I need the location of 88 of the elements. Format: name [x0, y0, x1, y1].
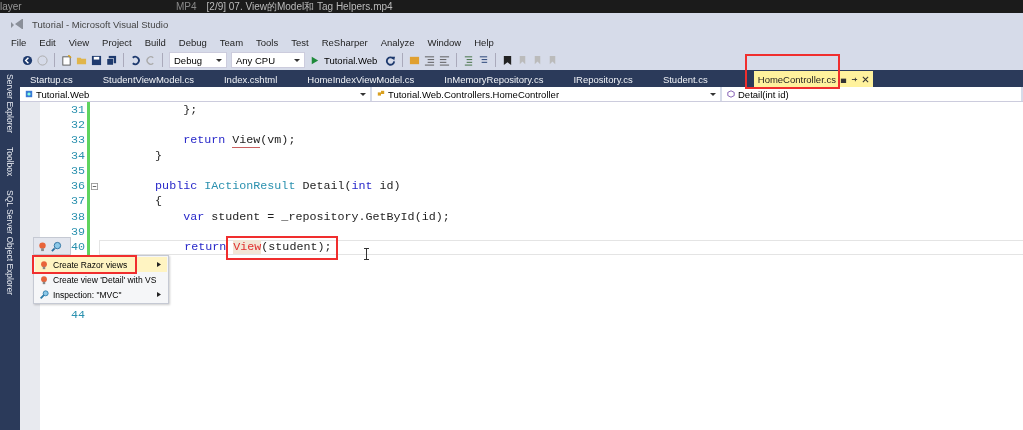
menu-item[interactable]: Help: [474, 37, 494, 48]
tab-label: HomeController.cs: [757, 73, 836, 85]
menu-label: Create Razor views: [53, 259, 128, 270]
text-cursor-icon: [363, 248, 370, 260]
back-icon[interactable]: [22, 54, 33, 66]
code-line: {: [154, 194, 163, 209]
side-panel-tab[interactable]: Server Explorer: [5, 74, 15, 134]
configuration-dropdown[interactable]: Debug: [169, 52, 227, 68]
platform-dropdown[interactable]: Any CPU: [231, 52, 305, 68]
side-panel-tab[interactable]: Toolbox: [5, 147, 15, 177]
outdent-icon[interactable]: [439, 54, 451, 66]
code-line: }: [154, 148, 163, 163]
menu-item[interactable]: Project: [102, 37, 132, 48]
uncomment-icon[interactable]: [478, 54, 490, 66]
close-icon[interactable]: [861, 75, 869, 83]
code-line: };: [182, 102, 198, 117]
tab-label: StudentViewModel.cs: [102, 73, 194, 85]
line-number: 34: [69, 148, 85, 163]
menu-item[interactable]: Debug: [178, 37, 207, 48]
class-icon: [377, 90, 385, 98]
tab-label: Index.cshtml: [223, 73, 278, 85]
code-line: return View(vm);: [182, 133, 296, 148]
file-tab[interactable]: Student.cs: [658, 71, 712, 87]
file-tab[interactable]: Startup.cs: [26, 71, 77, 87]
refresh-icon[interactable]: [385, 54, 397, 66]
line-number: 44: [69, 307, 85, 322]
pin-icon[interactable]: [850, 75, 858, 83]
line-number: 39: [69, 225, 85, 239]
file-tab[interactable]: IRepository.cs: [569, 71, 637, 87]
line-number: 32: [69, 117, 85, 132]
lightbulb-icon[interactable]: [37, 240, 48, 252]
save-icon[interactable]: [91, 54, 102, 66]
menu-item[interactable]: Analyze: [380, 37, 415, 48]
file-tab[interactable]: InMemoryRepository.cs: [440, 71, 548, 87]
code-line: return View(student);: [183, 240, 332, 255]
tab-label: Startup.cs: [30, 73, 73, 85]
menu-item[interactable]: View: [68, 37, 90, 48]
menu-item[interactable]: ReSharper: [321, 37, 368, 48]
file-tab[interactable]: Index.cshtml: [219, 71, 282, 87]
tab-label: HomeIndexViewModel.cs: [307, 73, 415, 85]
menu-label: Inspection: "MVC": [53, 289, 122, 300]
line-number: 36: [69, 179, 85, 194]
file-tab[interactable]: HomeController.cs: [753, 71, 873, 87]
menu-item[interactable]: Window: [427, 37, 462, 48]
menu-item[interactable]: Edit: [39, 37, 56, 48]
wrench-icon: [39, 289, 49, 300]
menu-item[interactable]: Team: [219, 37, 244, 48]
menu-item[interactable]: Create view 'Detail' with VS: [35, 272, 167, 287]
lightbulb-icon: [39, 274, 49, 285]
line-number: 38: [69, 209, 85, 224]
comment-icon[interactable]: [463, 54, 475, 66]
side-panel-tab[interactable]: SQL Server Object Explorer: [5, 190, 15, 296]
play-icon[interactable]: [309, 54, 320, 66]
line-number: 33: [69, 133, 85, 148]
new-file-icon[interactable]: [61, 54, 72, 66]
line-number: 35: [69, 163, 85, 178]
menu-item[interactable]: Create Razor views: [35, 257, 167, 272]
undo-icon[interactable]: [130, 54, 141, 66]
start-button[interactable]: Tutorial.Web: [324, 54, 382, 66]
lightbulb-icon: [39, 259, 49, 270]
file-tab[interactable]: StudentViewModel.cs: [98, 71, 198, 87]
indent-icon[interactable]: [424, 54, 436, 66]
collapse-icon[interactable]: [91, 182, 98, 190]
code-line: var student = _repository.GetById(id);: [182, 209, 450, 224]
menu-item[interactable]: Inspection: "MVC": [35, 287, 167, 302]
menu-label: Create view 'Detail' with VS: [53, 274, 157, 285]
format-label: MP4: [176, 0, 197, 13]
line-number: 40: [69, 240, 85, 255]
line-number: 31: [69, 102, 85, 117]
bookmark-icon[interactable]: [502, 54, 514, 66]
menu-item[interactable]: Tools: [256, 37, 279, 48]
tab-label: Student.cs: [662, 73, 708, 85]
file-tab[interactable]: HomeIndexViewModel.cs: [303, 71, 419, 87]
magnifier-icon[interactable]: [51, 240, 62, 252]
tab-label: IRepository.cs: [573, 73, 633, 85]
player-app-name: layer: [0, 0, 23, 13]
line-number: 37: [69, 194, 85, 209]
code-line: public IActionResult Detail(int id): [154, 179, 401, 194]
method-icon: [727, 90, 735, 98]
menu-item[interactable]: Build: [144, 37, 166, 48]
menu-item[interactable]: File: [11, 37, 27, 48]
menu-item[interactable]: Test: [291, 37, 309, 48]
video-title: [2/9] 07. View的Model和 Tag Helpers.mp4: [206, 0, 393, 13]
save-all-icon[interactable]: [106, 54, 117, 66]
window-title: Tutorial - Microsoft Visual Studio: [32, 18, 169, 30]
project-icon: [25, 90, 33, 98]
tab-label: InMemoryRepository.cs: [444, 73, 544, 85]
app-logo-icon: [10, 18, 24, 30]
